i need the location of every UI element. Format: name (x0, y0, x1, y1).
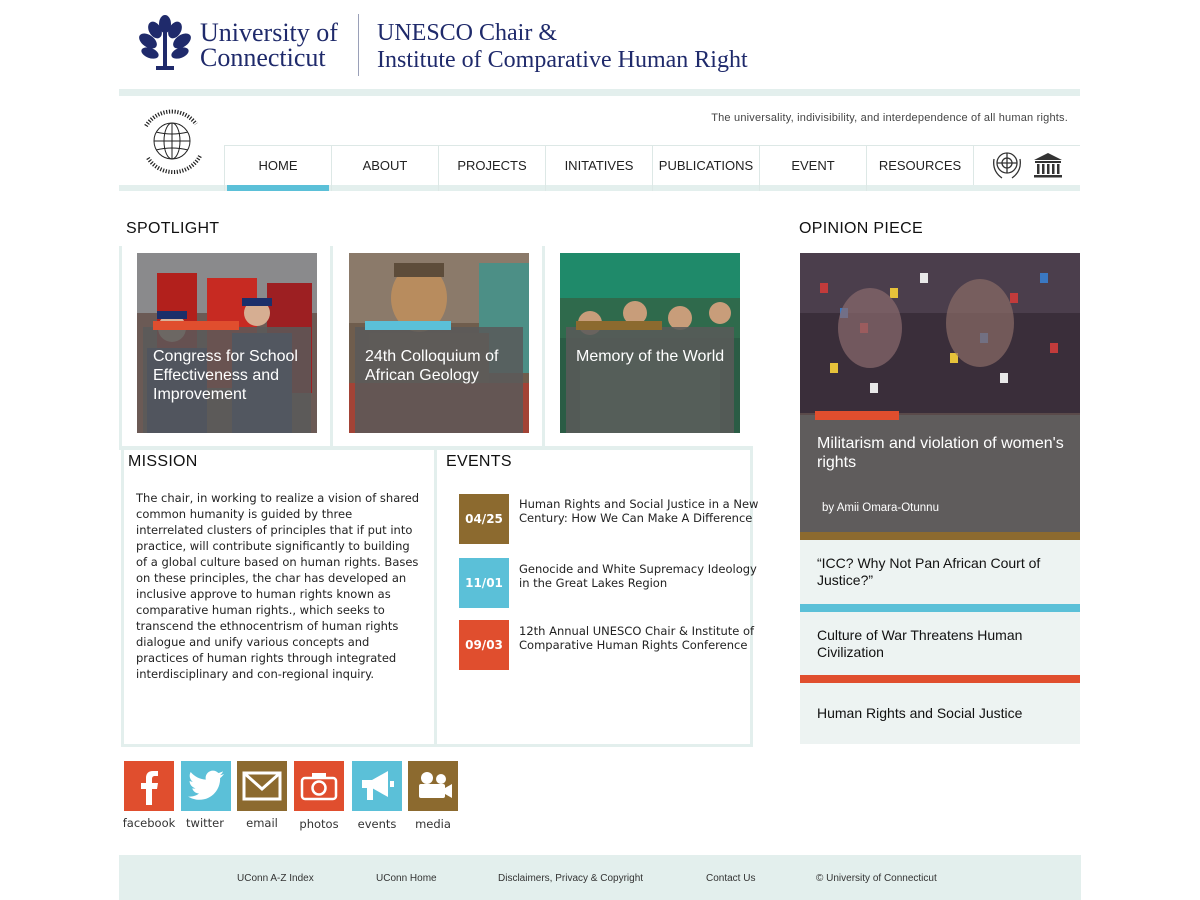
partner-logos (990, 149, 1064, 181)
camera-icon (300, 773, 338, 801)
nav-item-event[interactable]: EVENT (759, 145, 866, 191)
event-item[interactable]: 11/01 Genocide and White Supremacy Ideol… (459, 558, 759, 608)
spotlight-card-2[interactable]: 24th Colloquium of African Geology (349, 253, 529, 433)
video-camera-icon (419, 772, 452, 798)
site-title-line2: Institute of Comparative Human Right (377, 47, 748, 73)
main-navigation: HOME ABOUT PROJECTS INITATIVES PUBLICATI… (224, 145, 973, 191)
opinion-featured-card[interactable]: Militarism and violation of women's righ… (800, 253, 1080, 540)
spotlight-card-accent-bar (365, 321, 451, 330)
footer-link-uconn-home[interactable]: UConn Home (376, 873, 437, 884)
facebook-icon (141, 771, 158, 805)
event-item[interactable]: 09/03 12th Annual UNESCO Chair & Institu… (459, 620, 759, 670)
opinion-item-title[interactable]: Human Rights and Social Justice (817, 705, 1022, 722)
footer-link-disclaimers[interactable]: Disclaimers, Privacy & Copyright (498, 873, 643, 884)
spotlight-card-1[interactable]: Congress for School Effectiveness and Im… (137, 253, 317, 433)
opinion-featured-bottom-strip (800, 532, 1080, 540)
opinion-featured-byline: by Amii Omara-Otunnu (822, 502, 939, 514)
uconn-oak-leaf-logo[interactable] (138, 14, 192, 72)
opinion-divider (800, 604, 1080, 612)
opinion-divider (800, 675, 1080, 683)
nav-item-publications[interactable]: PUBLICATIONS (652, 145, 759, 191)
site-tagline: The universality, indivisibility, and in… (711, 112, 1068, 124)
university-name-line1: University of (200, 18, 338, 47)
spotlight-card-title[interactable]: Congress for School Effectiveness and Im… (153, 347, 307, 404)
nav-item-initiatives[interactable]: INITATIVES (545, 145, 652, 191)
nav-item-home[interactable]: HOME (224, 145, 331, 191)
event-item[interactable]: 04/25 Human Rights and Social Justice in… (459, 494, 759, 544)
spotlight-card-accent-bar (153, 321, 239, 330)
email-icon (242, 771, 282, 801)
footer-link-contact[interactable]: Contact Us (706, 873, 755, 884)
events-heading: EVENTS (446, 453, 512, 470)
spotlight-card-accent-bar (576, 321, 662, 330)
email-button[interactable] (237, 761, 287, 811)
events-label[interactable]: events (347, 817, 407, 831)
events-button[interactable] (352, 761, 402, 811)
spotlight-card-title[interactable]: Memory of the World (576, 347, 730, 366)
opinion-heading: OPINION PIECE (799, 220, 923, 237)
footer-link-az-index[interactable]: UConn A-Z Index (237, 873, 314, 884)
site-title[interactable]: UNESCO Chair & Institute of Comparative … (377, 20, 748, 74)
twitter-button[interactable] (181, 761, 231, 811)
opinion-list-item[interactable]: Human Rights and Social Justice (800, 683, 1080, 744)
opinion-item-title[interactable]: “ICC? Why Not Pan African Court of Justi… (817, 555, 1063, 589)
nav-item-resources[interactable]: RESOURCES (866, 145, 973, 191)
opinion-featured-accent-bar (815, 411, 899, 420)
mission-text: The chair, in working to realize a visio… (136, 491, 420, 681)
university-name-line2: Connecticut (200, 43, 326, 72)
spotlight-card-title[interactable]: 24th Colloquium of African Geology (365, 347, 519, 385)
header-band (119, 89, 1080, 96)
facebook-button[interactable] (124, 761, 174, 811)
event-title[interactable]: Genocide and White Supremacy Ideology in… (519, 562, 759, 590)
united-nations-emblem-icon[interactable] (990, 149, 1024, 181)
site-title-line1: UNESCO Chair & (377, 20, 557, 46)
photos-label[interactable]: photos (289, 817, 349, 831)
opinion-item-title[interactable]: Culture of War Threatens Human Civilizat… (817, 627, 1063, 661)
event-title[interactable]: 12th Annual UNESCO Chair & Institute of … (519, 624, 759, 652)
spotlight-card-overlay (566, 327, 734, 433)
event-date-badge: 09/03 (459, 620, 509, 670)
event-date-badge: 04/25 (459, 494, 509, 544)
photos-button[interactable] (294, 761, 344, 811)
nav-item-projects[interactable]: PROJECTS (438, 145, 545, 191)
megaphone-icon (362, 771, 394, 800)
media-button[interactable] (408, 761, 458, 811)
email-label[interactable]: email (232, 816, 292, 830)
event-title[interactable]: Human Rights and Social Justice in a New… (519, 497, 759, 525)
facebook-label[interactable]: facebook (119, 816, 179, 830)
unesco-temple-icon[interactable] (1032, 151, 1064, 179)
spotlight-card-3[interactable]: Memory of the World (560, 253, 740, 433)
nav-item-about[interactable]: ABOUT (331, 145, 438, 191)
opinion-list-item[interactable]: Culture of War Threatens Human Civilizat… (800, 612, 1080, 675)
media-label[interactable]: media (403, 817, 463, 831)
comparative-human-rights-seal-logo[interactable] (134, 106, 210, 182)
mission-heading: MISSION (128, 453, 198, 470)
spotlight-heading: SPOTLIGHT (126, 220, 220, 237)
opinion-list-item[interactable]: “ICC? Why Not Pan African Court of Justi… (800, 540, 1080, 604)
header-divider (358, 14, 359, 76)
footer-copyright: © University of Connecticut (816, 873, 937, 884)
opinion-featured-title[interactable]: Militarism and violation of women's righ… (817, 434, 1066, 472)
twitter-label[interactable]: twitter (175, 816, 235, 830)
university-name[interactable]: University of Connecticut (200, 18, 338, 72)
event-date-badge: 11/01 (459, 558, 509, 608)
twitter-icon (188, 770, 224, 800)
